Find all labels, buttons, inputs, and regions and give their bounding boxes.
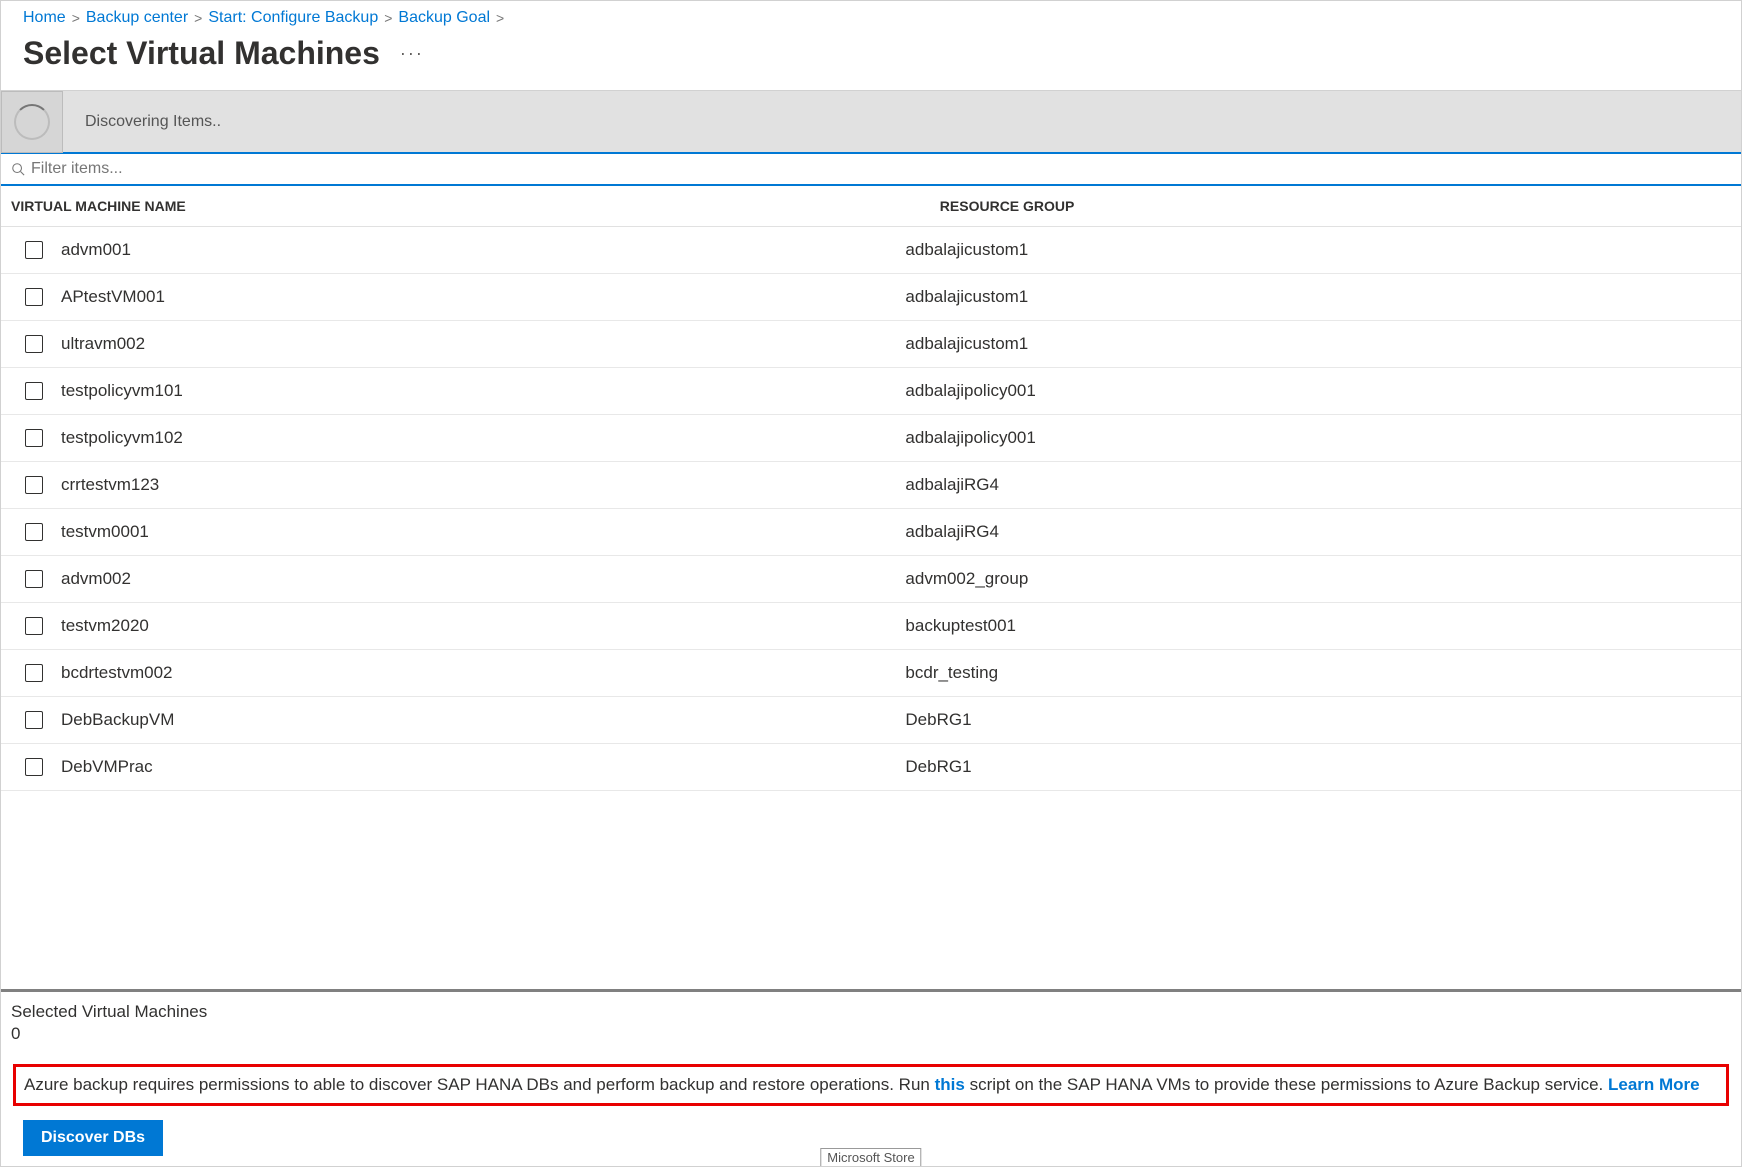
taskbar-tooltip: Microsoft Store [820, 1148, 921, 1167]
resource-group-cell: bcdr_testing [905, 663, 1731, 683]
vm-name-cell: advm002 [61, 569, 905, 589]
table-row[interactable]: DebBackupVMDebRG1 [1, 697, 1741, 744]
vm-table: VIRTUAL MACHINE NAME RESOURCE GROUP advm… [1, 186, 1741, 791]
page-title: Select Virtual Machines [23, 35, 380, 72]
vm-name-cell: advm001 [61, 240, 905, 260]
table-row[interactable]: advm002advm002_group [1, 556, 1741, 603]
row-checkbox[interactable] [25, 241, 43, 259]
loading-spinner-icon [14, 104, 50, 140]
chevron-right-icon: > [496, 10, 504, 26]
vm-name-cell: testpolicyvm102 [61, 428, 905, 448]
vm-name-cell: ultravm002 [61, 334, 905, 354]
table-row[interactable]: testvm2020backuptest001 [1, 603, 1741, 650]
table-row[interactable]: advm001adbalajicustom1 [1, 227, 1741, 274]
breadcrumb-configure-backup[interactable]: Start: Configure Backup [208, 9, 378, 27]
table-header-row: VIRTUAL MACHINE NAME RESOURCE GROUP [1, 186, 1741, 227]
table-row[interactable]: testpolicyvm101adbalajipolicy001 [1, 368, 1741, 415]
resource-group-cell: adbalajiRG4 [905, 475, 1731, 495]
row-checkbox[interactable] [25, 288, 43, 306]
table-row[interactable]: DebVMPracDebRG1 [1, 744, 1741, 791]
table-row[interactable]: bcdrtestvm002bcdr_testing [1, 650, 1741, 697]
permissions-info-box: Azure backup requires permissions to abl… [13, 1064, 1729, 1106]
resource-group-cell: DebRG1 [905, 710, 1731, 730]
resource-group-cell: backuptest001 [905, 616, 1731, 636]
vm-name-cell: bcdrtestvm002 [61, 663, 905, 683]
column-header-vm-name[interactable]: VIRTUAL MACHINE NAME [11, 198, 940, 214]
vm-name-cell: testvm0001 [61, 522, 905, 542]
row-checkbox[interactable] [25, 429, 43, 447]
resource-group-cell: adbalajiRG4 [905, 522, 1731, 542]
column-header-resource-group[interactable]: RESOURCE GROUP [940, 198, 1731, 214]
selected-vms-label: Selected Virtual Machines [11, 1002, 1731, 1022]
resource-group-cell: adbalajipolicy001 [905, 381, 1731, 401]
resource-group-cell: adbalajicustom1 [905, 287, 1731, 307]
breadcrumb-backup-center[interactable]: Backup center [86, 9, 188, 27]
footer-section: Selected Virtual Machines 0 Azure backup… [1, 989, 1741, 1166]
resource-group-cell: adbalajipolicy001 [905, 428, 1731, 448]
vm-name-cell: testvm2020 [61, 616, 905, 636]
row-checkbox[interactable] [25, 476, 43, 494]
table-row[interactable]: APtestVM001adbalajicustom1 [1, 274, 1741, 321]
script-link[interactable]: this [935, 1075, 965, 1094]
row-checkbox[interactable] [25, 617, 43, 635]
vm-name-cell: APtestVM001 [61, 287, 905, 307]
chevron-right-icon: > [72, 10, 80, 26]
chevron-right-icon: > [384, 10, 392, 26]
row-checkbox[interactable] [25, 758, 43, 776]
breadcrumb-home[interactable]: Home [23, 9, 66, 27]
vm-name-cell: DebVMPrac [61, 757, 905, 777]
filter-input[interactable] [31, 160, 1731, 178]
table-row[interactable]: ultravm002adbalajicustom1 [1, 321, 1741, 368]
resource-group-cell: advm002_group [905, 569, 1731, 589]
vm-name-cell: testpolicyvm101 [61, 381, 905, 401]
status-bar: Discovering Items.. [1, 90, 1741, 152]
row-checkbox[interactable] [25, 664, 43, 682]
row-checkbox[interactable] [25, 382, 43, 400]
chevron-right-icon: > [194, 10, 202, 26]
learn-more-link[interactable]: Learn More [1608, 1075, 1700, 1094]
row-checkbox[interactable] [25, 570, 43, 588]
more-actions-icon[interactable]: ··· [400, 43, 424, 64]
info-text-mid: script on the SAP HANA VMs to provide th… [965, 1075, 1608, 1094]
row-checkbox[interactable] [25, 335, 43, 353]
vm-name-cell: crrtestvm123 [61, 475, 905, 495]
table-row[interactable]: crrtestvm123adbalajiRG4 [1, 462, 1741, 509]
row-checkbox[interactable] [25, 711, 43, 729]
resource-group-cell: adbalajicustom1 [905, 240, 1731, 260]
search-icon [11, 162, 25, 176]
table-row[interactable]: testpolicyvm102adbalajipolicy001 [1, 415, 1741, 462]
breadcrumb: Home > Backup center > Start: Configure … [1, 1, 1741, 31]
filter-row [1, 152, 1741, 186]
selected-vms-count: 0 [11, 1024, 1731, 1044]
resource-group-cell: adbalajicustom1 [905, 334, 1731, 354]
vm-name-cell: DebBackupVM [61, 710, 905, 730]
resource-group-cell: DebRG1 [905, 757, 1731, 777]
discover-dbs-button[interactable]: Discover DBs [23, 1120, 163, 1156]
table-row[interactable]: testvm0001adbalajiRG4 [1, 509, 1741, 556]
row-checkbox[interactable] [25, 523, 43, 541]
breadcrumb-backup-goal[interactable]: Backup Goal [398, 9, 490, 27]
spinner-box [1, 91, 63, 153]
info-text-prefix: Azure backup requires permissions to abl… [24, 1075, 935, 1094]
status-message: Discovering Items.. [63, 113, 221, 131]
